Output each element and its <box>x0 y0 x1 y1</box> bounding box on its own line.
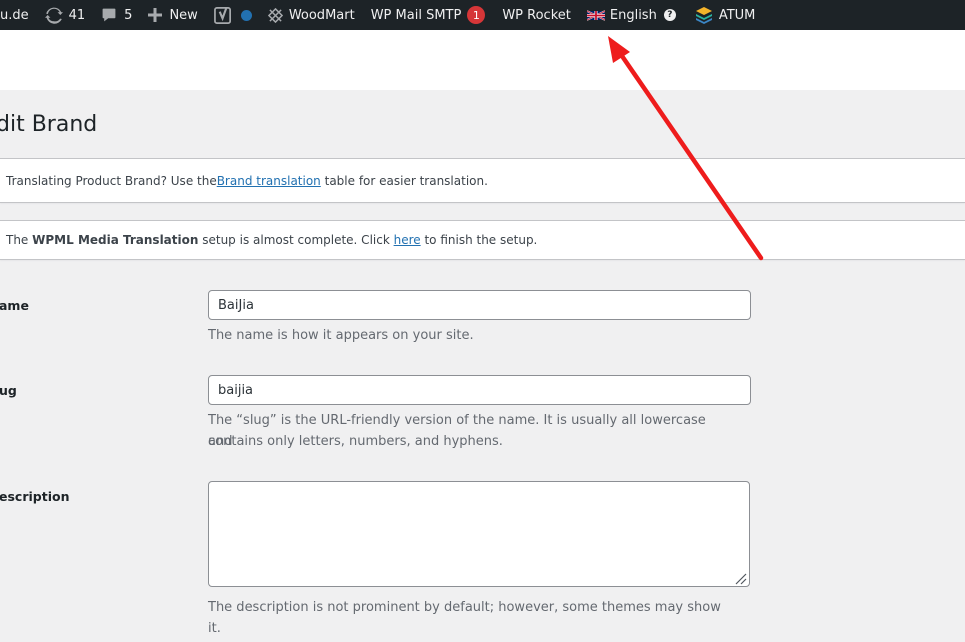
rocket-label: WP Rocket <box>502 7 571 23</box>
help-icon[interactable]: ? <box>663 9 676 21</box>
name-help-text: The name is how it appears on your site. <box>208 328 474 343</box>
woodmart-menu[interactable]: WoodMart <box>260 0 363 30</box>
brand-translation-link[interactable]: Brand translation <box>217 174 321 188</box>
notice-plugin-name: WPML Media Translation <box>32 233 199 247</box>
updates-count: 41 <box>68 7 86 23</box>
woodmart-icon <box>267 7 283 23</box>
description-textarea[interactable] <box>208 481 750 587</box>
wp-rocket-menu[interactable]: WP Rocket <box>493 0 579 30</box>
plus-icon <box>148 8 163 22</box>
slug-input[interactable] <box>208 375 751 405</box>
smtp-label: WP Mail SMTP <box>370 7 462 23</box>
resize-handle-icon[interactable] <box>733 571 747 585</box>
comment-icon <box>102 8 116 22</box>
notice-text-end: to finish the setup. <box>420 233 538 247</box>
yoast-seo-button[interactable] <box>206 0 260 30</box>
language-label: English <box>609 7 657 23</box>
notice-text-end: table for easier translation. <box>320 173 488 188</box>
site-name-label: u.de <box>0 7 29 23</box>
finish-setup-link[interactable]: here <box>394 233 421 247</box>
notice-text: The <box>6 233 33 247</box>
site-name-link[interactable]: u.de <box>0 0 37 30</box>
comments-button[interactable]: 5 <box>93 0 140 30</box>
atum-menu[interactable]: ATUM <box>684 0 764 30</box>
description-label: escription <box>0 489 70 504</box>
slug-help-line-2: contains only letters, numbers, and hyph… <box>208 434 503 449</box>
uk-flag-icon <box>586 9 605 21</box>
admin-bar: u.de 41 5 New WoodMart WP Mail SMTP 1 WP… <box>0 0 965 30</box>
header-spacer <box>0 30 965 90</box>
atum-label: ATUM <box>718 7 756 23</box>
brand-translation-notice: Translating Product Brand? Use the Brand… <box>0 158 965 203</box>
slug-label: ug <box>0 383 17 398</box>
name-label: ame <box>0 298 29 313</box>
updates-button[interactable]: 41 <box>37 0 94 30</box>
page-title: dit Brand <box>0 112 98 137</box>
seo-status-dot <box>240 9 252 21</box>
atum-layers-icon <box>695 7 712 24</box>
name-input[interactable] <box>208 290 751 320</box>
notice-text: Translating Product Brand? Use the <box>6 173 217 188</box>
refresh-icon <box>44 7 63 24</box>
language-switcher[interactable]: English ? <box>579 0 684 30</box>
new-label: New <box>169 7 198 23</box>
woodmart-label: WoodMart <box>288 7 355 23</box>
notice-text-middle: setup is almost complete. Click <box>198 233 394 247</box>
description-help-text: The description is not prominent by defa… <box>208 600 721 636</box>
wp-mail-smtp-menu[interactable]: WP Mail SMTP 1 <box>363 0 494 30</box>
smtp-notification-badge: 1 <box>467 6 486 24</box>
yoast-icon <box>213 6 231 24</box>
comments-count: 5 <box>124 7 133 23</box>
wpml-setup-notice: The WPML Media Translation setup is almo… <box>0 220 965 260</box>
new-content-button[interactable]: New <box>140 0 205 30</box>
